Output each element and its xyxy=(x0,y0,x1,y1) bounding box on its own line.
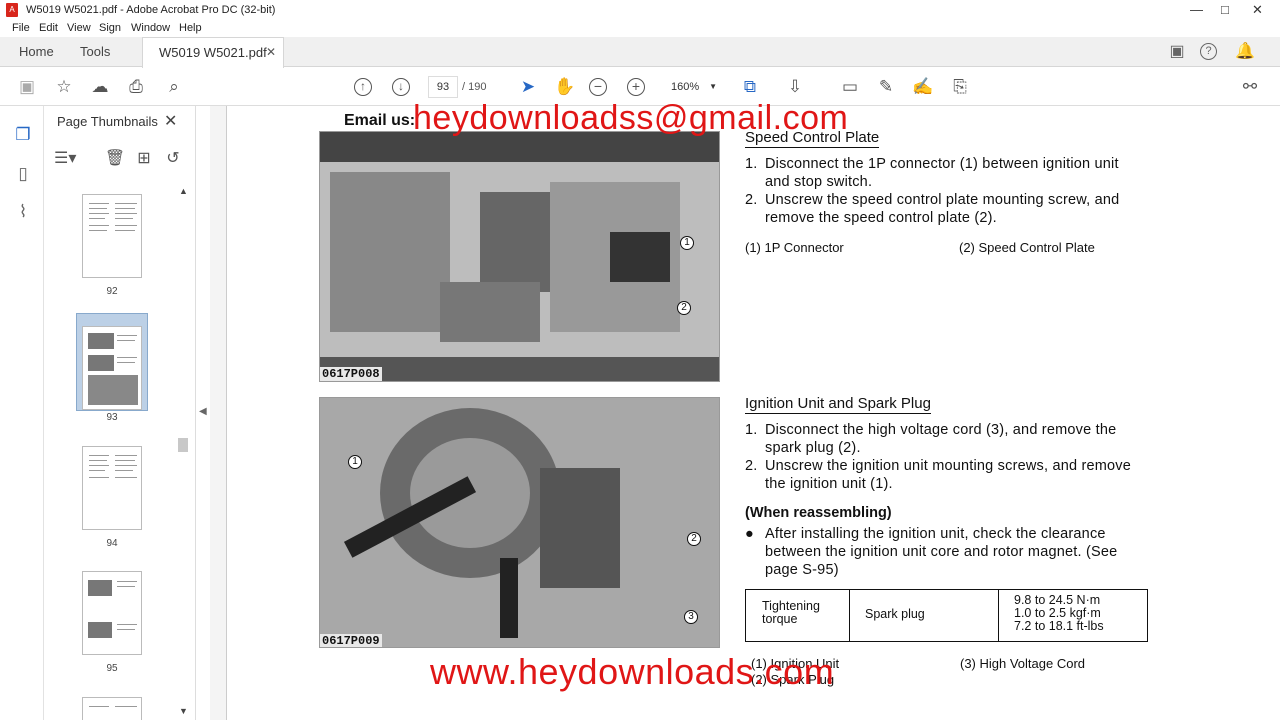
hand-tool-icon[interactable]: ✋ xyxy=(553,76,577,98)
spec-label: Tightening torque xyxy=(746,590,850,641)
zoom-search-icon[interactable]: ⌕ xyxy=(162,76,186,98)
scroll-down-icon[interactable]: ▼ xyxy=(179,706,188,716)
email-label: Email us: xyxy=(344,112,416,129)
callout-2: 2 xyxy=(677,301,691,315)
rotate-page-icon[interactable]: ↺ xyxy=(162,148,184,170)
navigation-rail: ❐ ▯ ⌇ xyxy=(0,106,44,720)
zoom-level-value: 160% xyxy=(671,81,700,93)
highlight-pen-icon[interactable]: ✎ xyxy=(874,76,898,98)
bookmarks-icon[interactable]: ▯ xyxy=(12,163,34,185)
previous-page-icon[interactable]: ↑ xyxy=(354,78,372,96)
callout-3: 3 xyxy=(684,610,698,624)
share-link-icon[interactable]: ⚯ xyxy=(1238,76,1262,98)
notifications-bell-icon[interactable]: 🔔 xyxy=(1235,42,1255,62)
thumbnail-label-92: 92 xyxy=(106,286,118,297)
legend-item: (3) High Voltage Cord xyxy=(960,656,1086,671)
next-page-icon[interactable]: ↓ xyxy=(392,78,410,96)
menu-window[interactable]: Window xyxy=(131,20,170,36)
stamp-icon[interactable]: ⎘ xyxy=(948,76,972,98)
thumbnail-label-94: 94 xyxy=(106,538,118,549)
bookmark-star-icon[interactable]: ☆ xyxy=(52,76,76,98)
minimize-button[interactable]: — xyxy=(1190,0,1203,20)
legend-item: (2) Speed Control Plate xyxy=(959,240,1095,255)
scroll-mode-icon[interactable]: ⇩ xyxy=(783,76,807,98)
zoom-in-icon[interactable]: + xyxy=(627,78,645,96)
tab-bar: Home Tools W5019 W5021.pdf ✕ xyxy=(0,37,1280,68)
thumbnail-page-96[interactable] xyxy=(82,697,142,720)
tab-document-label: W5019 W5021.pdf xyxy=(159,45,267,60)
legend-item: (1) 1P Connector xyxy=(745,240,844,255)
draw-sign-icon[interactable]: ✍ xyxy=(911,76,935,98)
menu-view[interactable]: View xyxy=(67,20,91,36)
thumbnail-scrollbar[interactable] xyxy=(176,186,190,720)
menu-file[interactable]: File xyxy=(12,20,30,36)
page-thumbnails-icon[interactable]: ❐ xyxy=(12,124,34,146)
comment-icon[interactable]: ▣ xyxy=(1167,42,1187,62)
callout-1: 1 xyxy=(348,455,362,469)
select-cursor-icon[interactable]: ➤ xyxy=(516,76,540,98)
page-fit-icon[interactable]: ⧉ xyxy=(738,76,762,98)
menu-edit[interactable]: Edit xyxy=(39,20,58,36)
reassembling-title: (When reassembling) xyxy=(745,505,892,521)
zoom-level-select[interactable]: 160% ▼ xyxy=(663,76,721,98)
section-title-speed-control-plate: Speed Control Plate xyxy=(745,129,880,148)
thumbnail-page-95[interactable] xyxy=(82,571,142,655)
help-icon[interactable]: ? xyxy=(1200,43,1217,60)
page-total: / 190 xyxy=(462,81,487,93)
close-panel-icon[interactable]: ✕ xyxy=(164,111,177,131)
callout-1: 1 xyxy=(680,236,694,250)
scroll-up-icon[interactable]: ▲ xyxy=(179,186,188,196)
window-title: W5019 W5021.pdf - Adobe Acrobat Pro DC (… xyxy=(26,4,276,16)
zoom-out-icon[interactable]: − xyxy=(589,78,607,96)
spec-item: Spark plug xyxy=(850,590,999,641)
comment-tool-icon[interactable]: ▭ xyxy=(838,76,862,98)
thumbnail-options-icon[interactable]: ☰▾ xyxy=(54,148,76,170)
url-watermark: www.heydownloads.com xyxy=(430,651,835,692)
collapse-panel-icon[interactable]: ◀ xyxy=(199,406,207,417)
save-icon[interactable]: ▣ xyxy=(15,76,39,98)
print-icon[interactable]: ⎙ xyxy=(124,76,148,98)
extract-page-icon[interactable]: ⊞ xyxy=(133,148,155,170)
section-title-ignition-unit: Ignition Unit and Spark Plug xyxy=(745,395,931,414)
menu-bar: File Edit View Sign Window Help xyxy=(0,20,1280,36)
acrobat-app-icon: A xyxy=(6,3,18,17)
page-number-input[interactable]: 93 xyxy=(428,76,458,98)
maximize-button[interactable]: □ xyxy=(1221,0,1229,20)
tab-tools[interactable]: Tools xyxy=(80,37,110,67)
chevron-down-icon: ▼ xyxy=(709,82,717,91)
tab-home[interactable]: Home xyxy=(19,37,54,67)
photo-speed-control-plate: 1 2 0617P008 xyxy=(319,131,720,382)
bullet-dot-icon: ● xyxy=(745,526,754,542)
thumbnail-page-94[interactable] xyxy=(82,446,142,530)
thumbnail-scrollbar-thumb[interactable] xyxy=(178,438,188,452)
menu-sign[interactable]: Sign xyxy=(99,20,121,36)
thumbnail-page-93[interactable] xyxy=(82,326,142,410)
spec-table: Tightening torque Spark plug 9.8 to 24.5… xyxy=(745,589,1148,642)
photo-caption: 0617P008 xyxy=(320,367,382,381)
thumbnail-panel-title: Page Thumbnails xyxy=(57,114,158,129)
close-tab-icon[interactable]: ✕ xyxy=(266,38,276,67)
title-bar: A W5019 W5021.pdf - Adobe Acrobat Pro DC… xyxy=(0,0,1280,20)
spec-value: 7.2 to 18.1 ft-lbs xyxy=(1014,619,1104,633)
photo-caption: 0617P009 xyxy=(320,634,382,648)
close-window-button[interactable]: ✕ xyxy=(1252,0,1263,20)
spec-values: 9.8 to 24.5 N·m 1.0 to 2.5 kgf·m 7.2 to … xyxy=(999,590,1148,641)
menu-help[interactable]: Help xyxy=(179,20,202,36)
cloud-upload-icon[interactable]: ☁ xyxy=(88,76,112,98)
callout-2: 2 xyxy=(687,532,701,546)
thumbnail-label-95: 95 xyxy=(106,663,118,674)
tab-document[interactable]: W5019 W5021.pdf ✕ xyxy=(142,37,284,68)
thumbnail-page-92[interactable] xyxy=(82,194,142,278)
delete-page-icon[interactable]: 🗑 xyxy=(104,148,126,170)
thumbnail-label-93: 93 xyxy=(106,412,118,423)
photo-ignition-unit: 1 2 3 0617P009 xyxy=(319,397,720,648)
attachments-paperclip-icon[interactable]: ⌇ xyxy=(12,201,34,223)
